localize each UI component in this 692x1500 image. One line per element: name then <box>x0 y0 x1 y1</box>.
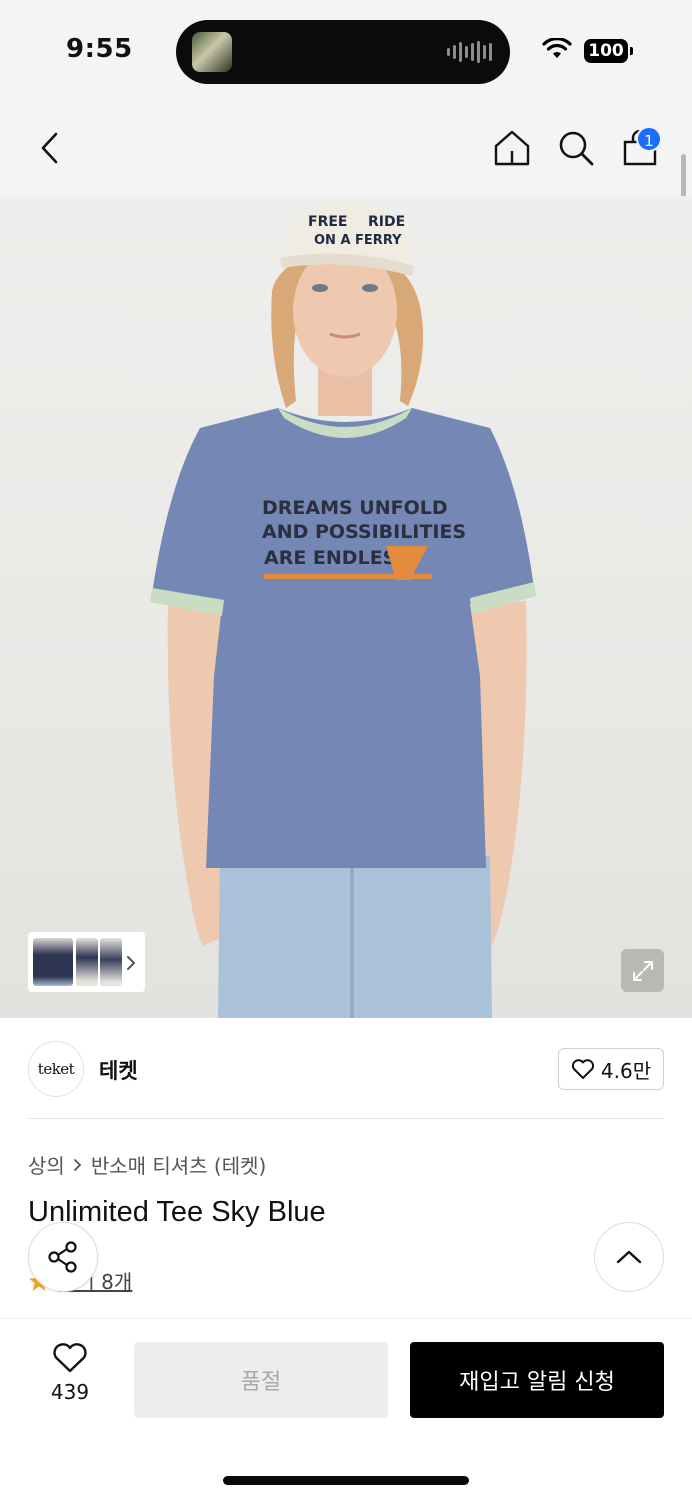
thumbnail-strip[interactable] <box>28 932 145 992</box>
shirt-text-line-2: AND POSSIBILITIES <box>262 521 466 543</box>
brand-like-button[interactable]: 4.6만 <box>558 1048 664 1090</box>
shirt-text-line-1: DREAMS UNFOLD <box>262 497 448 519</box>
cap-text-ferry: ON A FERRY <box>314 233 402 248</box>
brand-like-count: 4.6만 <box>600 1058 652 1083</box>
share-icon <box>48 1241 77 1273</box>
thumbnail-2[interactable] <box>76 938 98 986</box>
cart-count-badge: 1 <box>636 126 662 152</box>
thumbnail-3[interactable] <box>100 938 122 986</box>
expand-image-button[interactable] <box>621 949 664 992</box>
share-button[interactable] <box>28 1222 98 1292</box>
audio-wave-icon <box>447 41 492 63</box>
breadcrumb: 상의 반소매 티셔츠 (테켓) <box>28 1150 266 1179</box>
home-button[interactable] <box>488 124 536 172</box>
chevron-left-icon <box>41 132 58 164</box>
scroll-to-top-button[interactable] <box>594 1222 664 1292</box>
home-icon <box>494 130 530 166</box>
breadcrumb-category[interactable]: 상의 <box>28 1150 65 1179</box>
back-button[interactable] <box>26 124 74 172</box>
chevron-right-icon <box>73 1158 82 1171</box>
heart-icon <box>571 1059 594 1079</box>
dynamic-island[interactable] <box>176 20 510 84</box>
wishlist-count: 439 <box>50 1380 90 1404</box>
divider <box>28 1118 664 1119</box>
search-button[interactable] <box>552 124 600 172</box>
cap-text-free: FREE <box>308 214 347 230</box>
product-image[interactable]: FREE RIDE ON A FERRY DREAMS UNFOLD AND P… <box>0 196 692 1018</box>
brand-name[interactable]: 테켓 <box>99 1055 138 1085</box>
soldout-button: 품절 <box>134 1342 388 1418</box>
thumbnail-1[interactable] <box>33 938 73 986</box>
home-indicator[interactable] <box>223 1476 469 1485</box>
chevron-up-icon <box>616 1250 642 1264</box>
cap-text-ride: RIDE <box>368 214 405 230</box>
model-photo: FREE RIDE ON A FERRY DREAMS UNFOLD AND P… <box>150 202 536 1018</box>
restock-alert-button[interactable]: 재입고 알림 신청 <box>410 1342 664 1418</box>
now-playing-artwork <box>192 32 232 72</box>
search-icon <box>559 131 594 166</box>
status-bar: 9:55 100 <box>0 0 692 100</box>
chevron-right-icon <box>127 956 136 970</box>
expand-icon <box>632 960 653 981</box>
brand-logo[interactable]: teket <box>28 1041 84 1097</box>
wifi-icon <box>542 38 572 58</box>
heart-icon <box>53 1343 87 1373</box>
battery-indicator: 100 <box>584 39 633 63</box>
wishlist-button[interactable]: 439 <box>34 1342 106 1404</box>
top-navigation: 1 <box>0 100 692 196</box>
status-time: 9:55 <box>66 34 133 64</box>
brand-logo-text: teket <box>37 1060 75 1078</box>
cart-button[interactable]: 1 <box>616 124 664 172</box>
breadcrumb-subcategory[interactable]: 반소매 티셔츠 (테켓) <box>91 1150 267 1179</box>
